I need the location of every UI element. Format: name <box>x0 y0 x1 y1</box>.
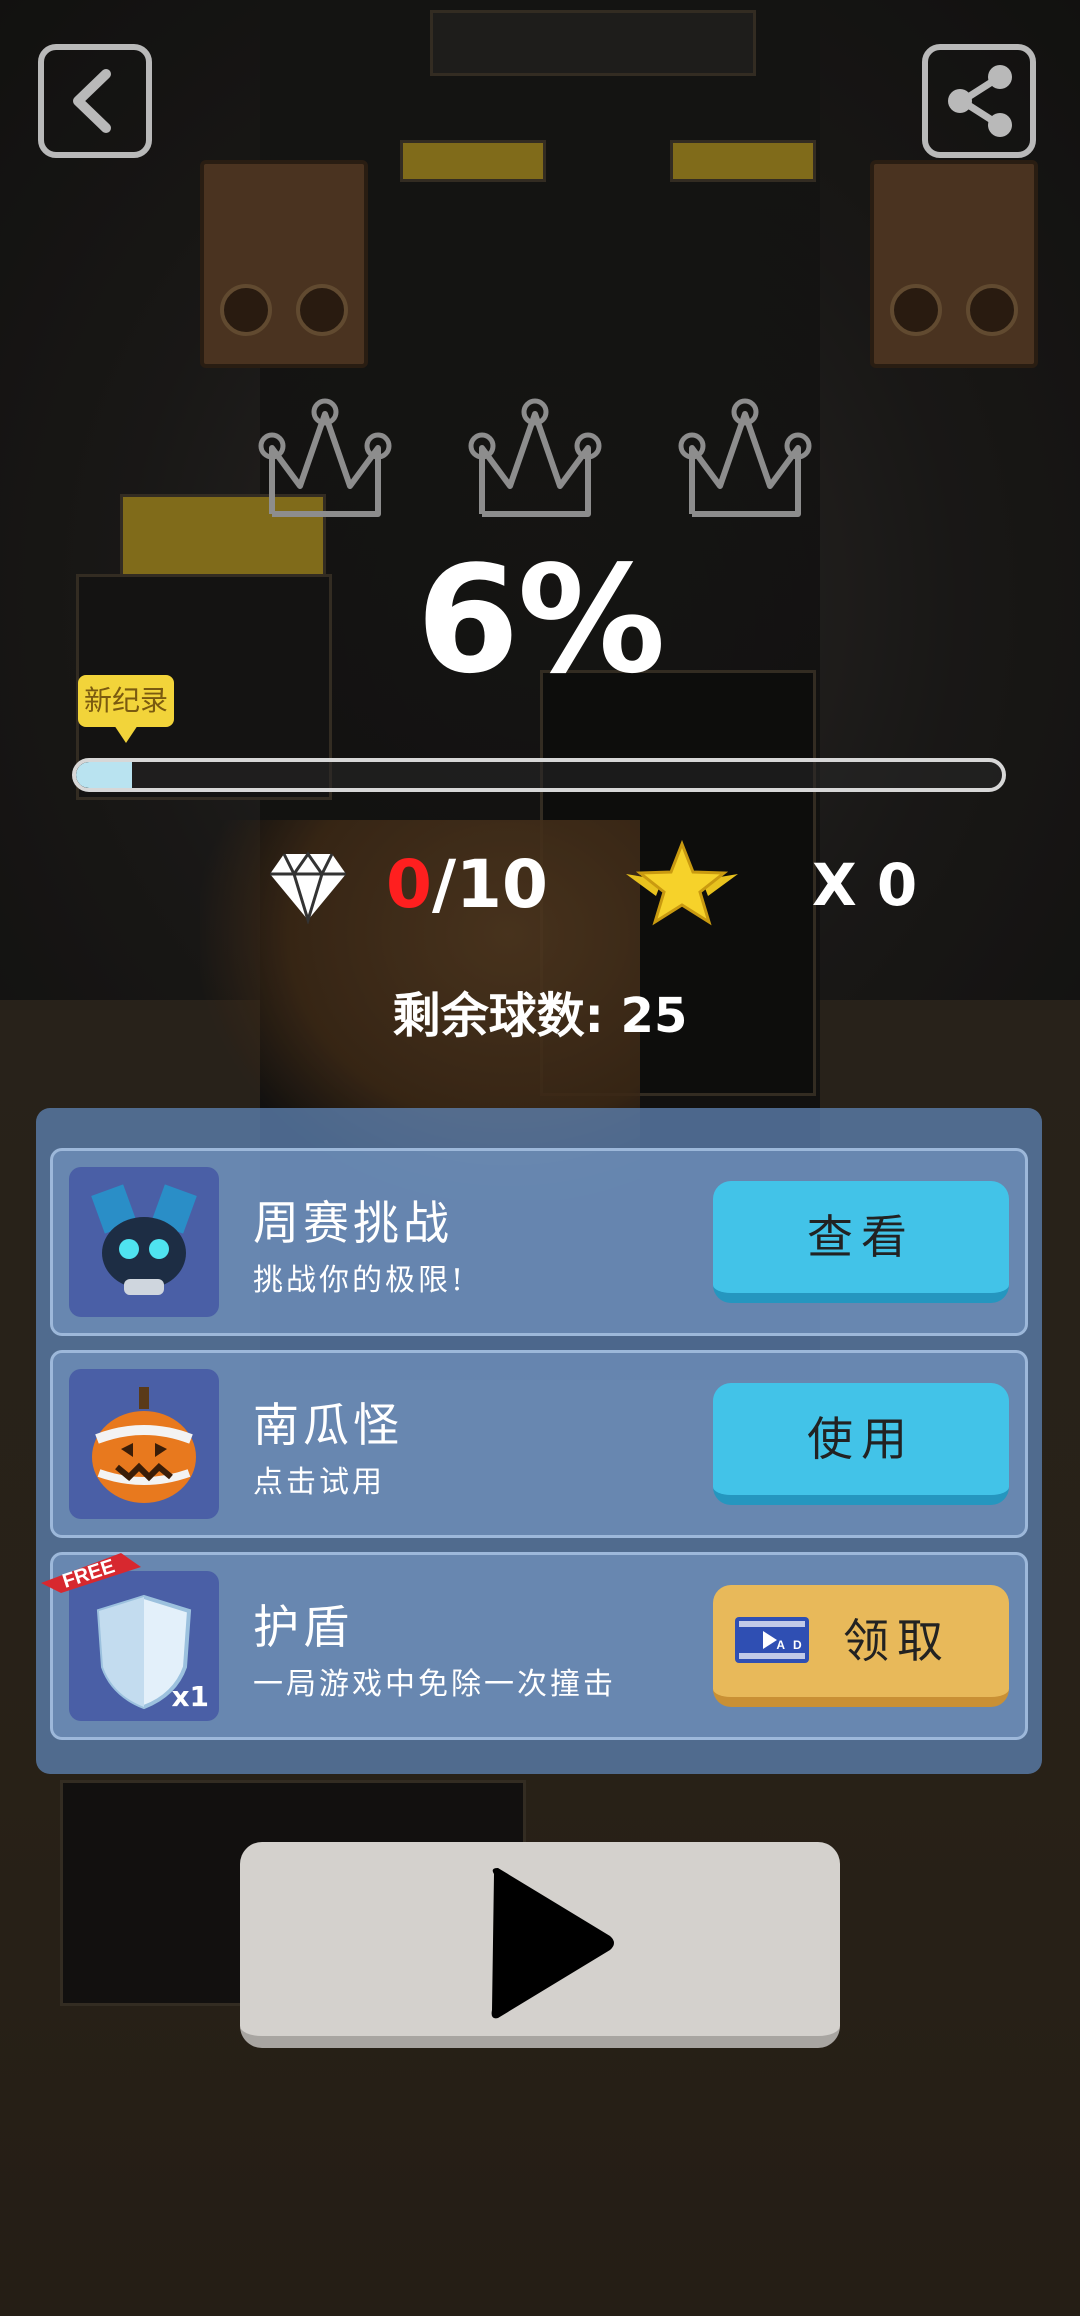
diamond-icon <box>270 851 346 924</box>
free-badge-text: FREE <box>60 1555 118 1592</box>
offers-panel: 周赛挑战 挑战你的极限! 查看 南瓜怪 点击试用 使用 x1 FREE 护盾 一… <box>36 1108 1042 1774</box>
share-button[interactable] <box>922 44 1036 158</box>
crown-rating <box>250 398 830 538</box>
gem-counter: 0/10 <box>386 840 548 930</box>
offer-title: 护盾 <box>253 1600 353 1654</box>
offer-title: 南瓜怪 <box>253 1398 403 1452</box>
offer-subtitle: 一局游戏中免除一次撞击 <box>253 1667 616 1702</box>
claim-ad-button[interactable]: AD 领取 <box>713 1585 1009 1707</box>
claim-label: 领取 <box>843 1614 951 1668</box>
video-ad-icon: AD <box>735 1617 809 1663</box>
robot-icon <box>69 1167 219 1317</box>
play-button[interactable] <box>240 1842 840 2048</box>
stats-row: 0/10 X 0 <box>0 840 1080 930</box>
crown-icon <box>460 398 610 534</box>
ad-label: AD <box>776 1638 809 1652</box>
new-record-tag: 新纪录 <box>78 675 174 743</box>
crown-icon <box>670 398 820 534</box>
star-counter: X 0 <box>812 851 918 919</box>
share-icon <box>948 65 1012 137</box>
offer-title: 周赛挑战 <box>253 1196 453 1250</box>
offer-subtitle: 点击试用 <box>253 1465 385 1500</box>
gem-current: 0 <box>386 846 432 923</box>
play-icon <box>491 1868 614 2019</box>
free-badge: FREE <box>41 1553 141 1593</box>
crown-icon <box>250 398 400 534</box>
progress-fill <box>76 762 132 788</box>
offer-subtitle: 挑战你的极限! <box>253 1263 467 1298</box>
shield-icon: x1 <box>69 1571 219 1721</box>
offer-row-pumpkin: 南瓜怪 点击试用 使用 <box>50 1350 1028 1538</box>
level-progress-bar <box>72 758 1006 792</box>
remaining-balls: 剩余球数: 25 <box>392 988 688 1044</box>
chevron-left-icon <box>73 69 111 133</box>
view-button[interactable]: 查看 <box>713 1181 1009 1303</box>
shield-count: x1 <box>171 1680 209 1713</box>
use-button[interactable]: 使用 <box>713 1383 1009 1505</box>
winged-star-icon <box>626 840 738 926</box>
progress-percent: 6% <box>416 534 665 706</box>
offer-row-weekly-challenge: 周赛挑战 挑战你的极限! 查看 <box>50 1148 1028 1336</box>
pumpkin-icon <box>69 1369 219 1519</box>
gem-total: /10 <box>431 846 548 923</box>
back-button[interactable] <box>38 44 152 158</box>
offer-row-shield: x1 FREE 护盾 一局游戏中免除一次撞击 AD 领取 <box>41 1552 1028 1740</box>
